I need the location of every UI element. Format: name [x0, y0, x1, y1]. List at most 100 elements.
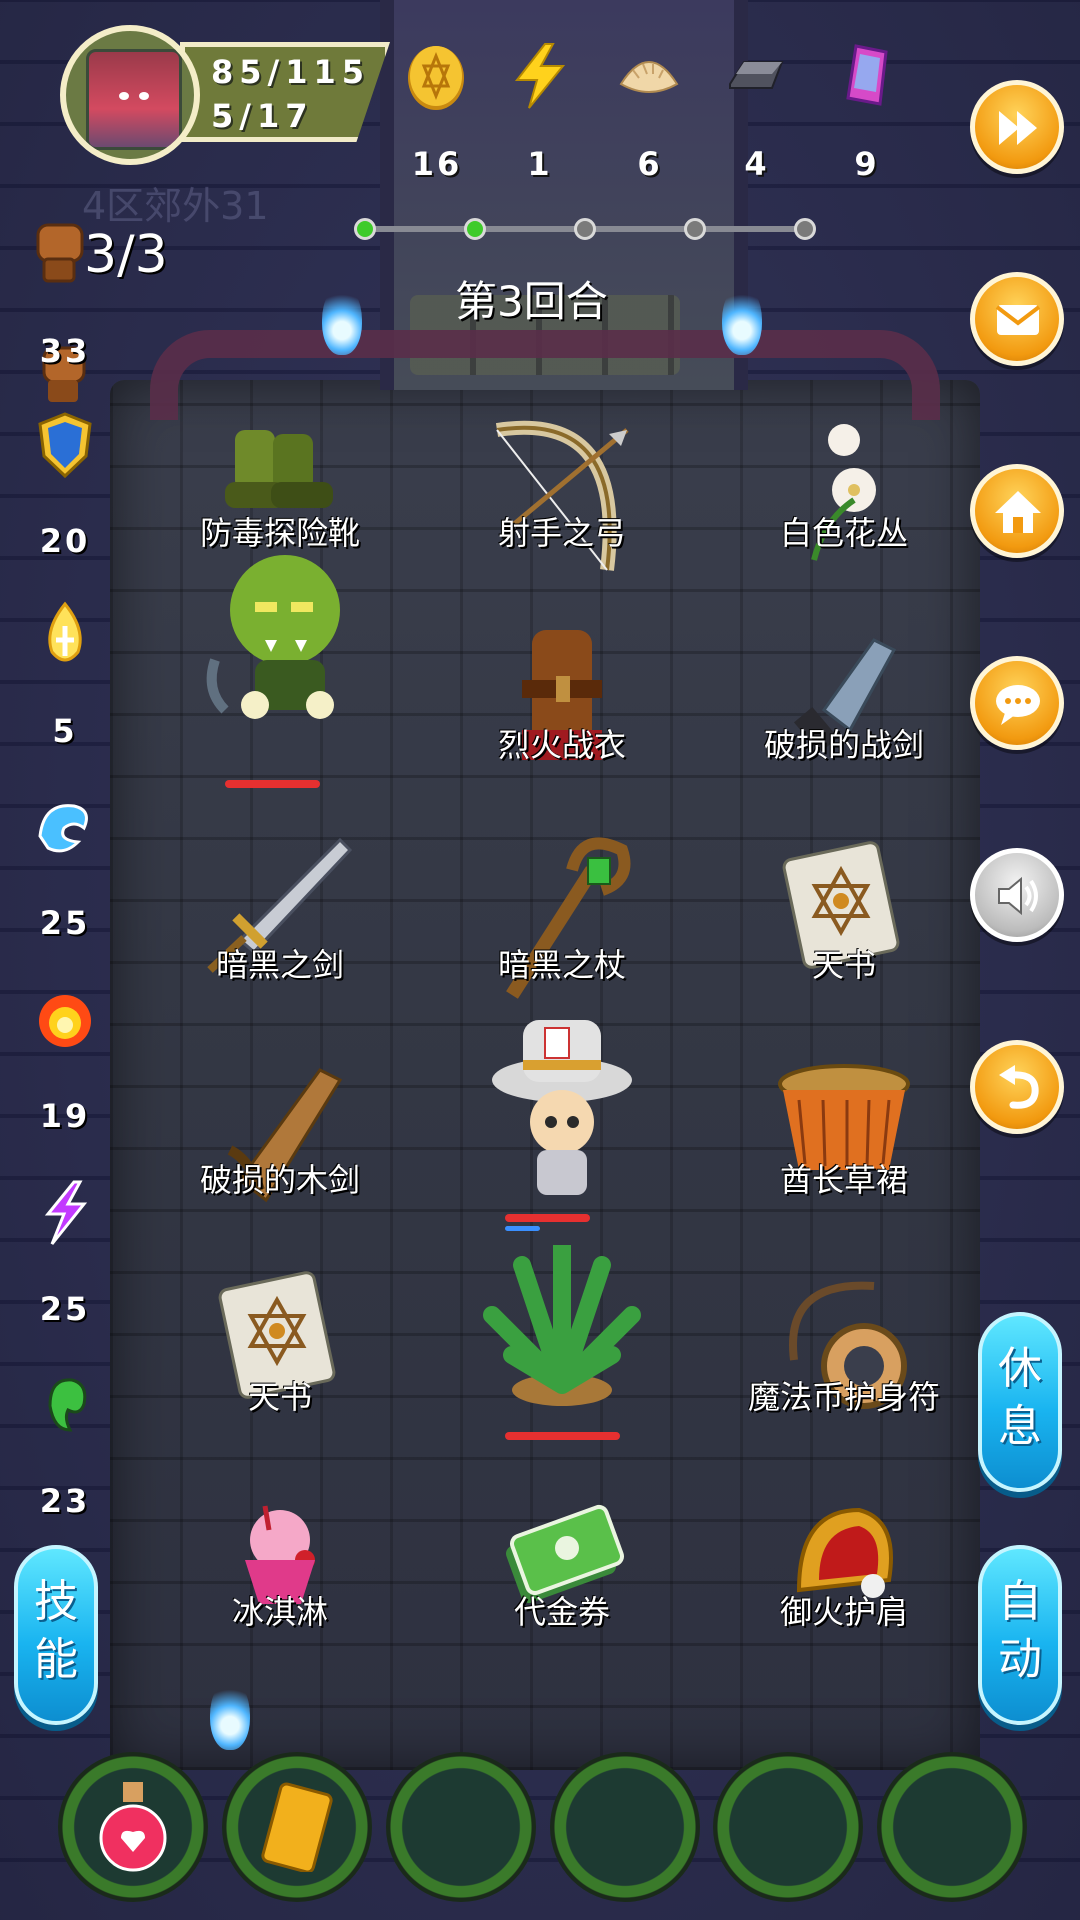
- speaker-icon: [998, 876, 1038, 916]
- grid-cell-dark-staff[interactable]: 暗黑之杖: [427, 810, 697, 1010]
- item-slot-1[interactable]: [58, 1752, 208, 1902]
- energy-count: 1: [527, 145, 553, 183]
- grid-cell-amulet[interactable]: 魔法币护身符: [709, 1250, 979, 1450]
- round-progress-dot: [684, 218, 706, 240]
- item-slot-4[interactable]: [550, 1752, 700, 1902]
- item-label: 冰淇淋: [231, 1593, 328, 1631]
- grid-cell-flowers[interactable]: 白色花丛: [709, 400, 979, 600]
- health-potion-icon: [99, 1782, 167, 1872]
- rest-label-2: 息: [998, 1401, 1042, 1452]
- item-label: 射手之弓: [497, 514, 626, 552]
- sound-button[interactable]: [970, 848, 1064, 942]
- chat-icon: [996, 685, 1040, 725]
- fast-forward-button[interactable]: [970, 80, 1064, 174]
- rest-button[interactable]: 休 息: [978, 1312, 1062, 1492]
- stat-water: 25: [20, 792, 110, 952]
- iron-ingot-icon: [729, 61, 784, 89]
- return-arrow-icon: [999, 1065, 1039, 1109]
- gem-count: 9: [854, 145, 880, 183]
- resource-iron: 4: [712, 30, 802, 190]
- blue-flame-icon: [722, 285, 762, 355]
- item-label: 破损的战剑: [763, 726, 924, 764]
- home-icon: [995, 491, 1041, 533]
- bow-icon: [495, 420, 629, 571]
- item-slot-2[interactable]: [222, 1752, 372, 1902]
- orc-enemy-icon: [206, 555, 340, 719]
- grid-cell-dark-sword[interactable]: 暗黑之剑: [145, 810, 415, 1010]
- resource-energy: 1: [495, 30, 585, 190]
- player-hp-bar: [505, 1214, 590, 1222]
- grid-cell-player-hero[interactable]: [427, 990, 697, 1195]
- back-button[interactable]: [970, 1040, 1064, 1134]
- item-label: 御火护肩: [779, 1593, 908, 1631]
- fast-forward-icon: [999, 111, 1037, 145]
- item-slot-6[interactable]: [877, 1752, 1027, 1902]
- player-avatar[interactable]: [60, 25, 200, 165]
- round-progress-dot: [574, 218, 596, 240]
- zone-name: 4区郊外31: [82, 184, 269, 228]
- grid-cell-fire-pauldron[interactable]: 御火护肩: [709, 1480, 979, 1680]
- resource-gold: 16: [392, 30, 482, 190]
- dumpling-icon: [619, 61, 679, 93]
- round-progress-dot: [794, 218, 816, 240]
- mail-icon: [995, 305, 1041, 335]
- auto-label-2: 动: [998, 1634, 1042, 1685]
- hp-text: 85/115: [211, 53, 371, 91]
- gold-coin-icon: [408, 46, 464, 110]
- enemy-hp-bar: [225, 780, 320, 788]
- item-label: 天书: [811, 946, 876, 984]
- iron-count: 4: [744, 145, 770, 183]
- round-progress-dot: [464, 218, 486, 240]
- home-button[interactable]: [970, 464, 1064, 558]
- item-label: 烈火战衣: [497, 726, 626, 764]
- grid-cell-fire-armor[interactable]: 烈火战衣: [427, 600, 697, 800]
- gold-bar-icon: [261, 1782, 333, 1872]
- attack-value: 33: [39, 332, 91, 370]
- grid-cell-broken-sword[interactable]: 破损的战剑: [709, 600, 979, 800]
- stat-holy: 5: [20, 600, 110, 760]
- game-screen: 85/115 5/17 16 1 6 4 9 4区郊外31 3/3 第3回合 3…: [0, 0, 1080, 1920]
- thunder-value: 25: [39, 1290, 91, 1328]
- resource-dumpling: 6: [605, 30, 695, 190]
- purple-lightning-icon: [44, 1180, 88, 1245]
- round-progress-dot: [354, 218, 376, 240]
- item-slot-3[interactable]: [386, 1752, 536, 1902]
- grid-cell-heaven-book-2[interactable]: 天书: [145, 1250, 415, 1450]
- grid-cell-grass-enemy[interactable]: [427, 1225, 697, 1425]
- dumpling-count: 6: [637, 145, 663, 183]
- item-slot-5[interactable]: [713, 1752, 863, 1902]
- poison-value: 23: [39, 1482, 91, 1520]
- grid-cell-bow[interactable]: 射手之弓: [427, 390, 697, 590]
- grid-cell-orc-enemy[interactable]: [145, 555, 415, 760]
- chat-button[interactable]: [970, 656, 1064, 750]
- enemy-hp-bar: [505, 1432, 620, 1440]
- grid-cell-grass-skirt[interactable]: 酋长草裙: [709, 1040, 979, 1240]
- water-wave-icon: [38, 804, 88, 853]
- rest-label-1: 休: [998, 1343, 1042, 1394]
- auto-button[interactable]: 自 动: [978, 1545, 1062, 1725]
- fire-icon: [39, 995, 91, 1047]
- stat-defense: 20: [20, 410, 110, 570]
- gem-icon: [846, 44, 888, 106]
- resource-gem: 9: [822, 30, 912, 190]
- skills-button[interactable]: 技 能: [14, 1545, 98, 1725]
- grid-cell-ice-cream[interactable]: 冰淇淋: [145, 1480, 415, 1680]
- holy-value: 5: [52, 712, 78, 750]
- holy-flame-icon: [48, 601, 82, 662]
- grid-cell-voucher[interactable]: 代金券: [427, 1480, 697, 1680]
- level-text: 5/17: [211, 97, 314, 135]
- hero-player-icon: [492, 1020, 632, 1195]
- mail-button[interactable]: [970, 272, 1064, 366]
- grid-cell-wooden-sword[interactable]: 破损的木剑: [145, 1030, 415, 1230]
- blue-flame-icon: [322, 285, 362, 355]
- skills-label-1: 技: [34, 1576, 78, 1627]
- item-label: 暗黑之杖: [497, 946, 626, 984]
- grid-cell-heaven-book[interactable]: 天书: [709, 820, 979, 1020]
- item-label: 白色花丛: [779, 514, 908, 552]
- avatar-portrait: [86, 49, 182, 150]
- lightning-icon: [514, 43, 566, 109]
- skills-label-2: 能: [34, 1634, 78, 1685]
- stat-fire: 19: [20, 985, 110, 1145]
- item-label: 魔法币护身符: [747, 1378, 940, 1416]
- defense-value: 20: [39, 522, 91, 560]
